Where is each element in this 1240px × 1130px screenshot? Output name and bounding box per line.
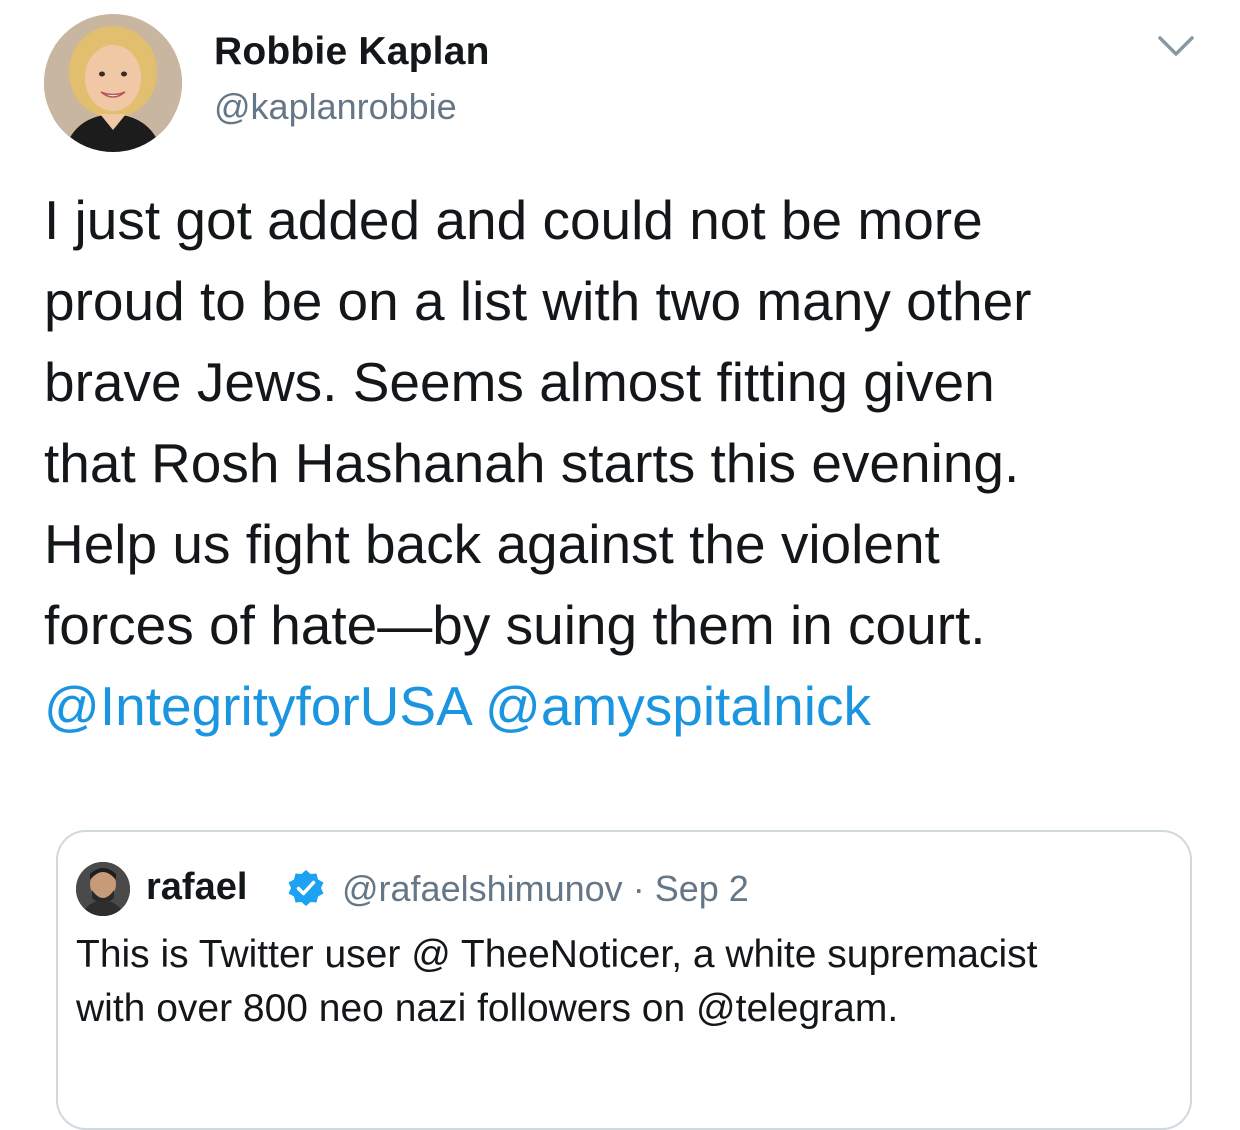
mention-link-amyspitalnick[interactable]: @amyspitalnick	[485, 675, 871, 737]
profile-photo-icon	[44, 14, 182, 152]
verified-badge-icon	[286, 868, 326, 908]
tweet-mentions: @IntegrityforUSA @amyspitalnick	[44, 666, 871, 747]
quoted-author-name[interactable]: rafael	[146, 866, 247, 909]
author-handle[interactable]: @kaplanrobbie	[214, 86, 457, 128]
author-name[interactable]: Robbie Kaplan	[214, 30, 490, 74]
chevron-down-icon[interactable]	[1156, 32, 1196, 60]
quoted-profile-photo-icon	[76, 862, 130, 916]
quoted-author-avatar[interactable]	[76, 862, 130, 916]
mention-link-integrityforusa[interactable]: @IntegrityforUSA	[44, 675, 470, 737]
quoted-author-handle[interactable]: @rafaelshimunov	[342, 868, 623, 909]
quoted-meta: @rafaelshimunov · Sep 2	[342, 868, 749, 910]
quoted-tweet-date[interactable]: Sep 2	[655, 868, 749, 909]
quoted-tweet-card[interactable]: rafael @rafaelshimunov · Sep 2 This is T…	[56, 830, 1192, 1130]
author-avatar[interactable]	[44, 14, 182, 152]
quoted-tweet-text: This is Twitter user @ TheeNoticer, a wh…	[76, 933, 1038, 1030]
meta-separator: ·	[632, 868, 645, 909]
tweet: Robbie Kaplan @kaplanrobbie I just got a…	[0, 0, 1240, 1130]
tweet-text: I just got added and could not be more p…	[44, 189, 1032, 656]
